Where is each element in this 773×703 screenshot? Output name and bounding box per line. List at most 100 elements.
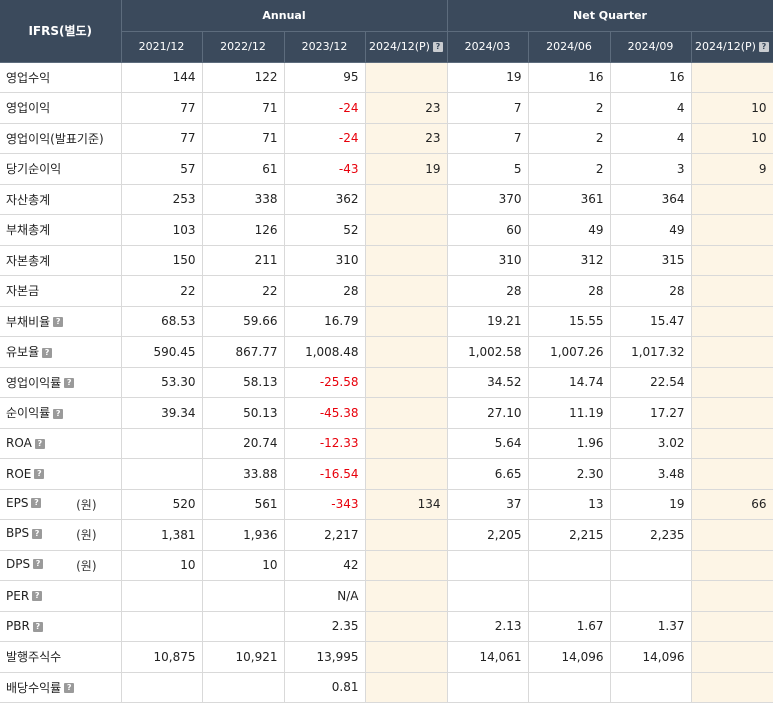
value-cell: -45.38 bbox=[284, 397, 366, 429]
value-cell: 0.81 bbox=[284, 672, 366, 703]
value-cell: 2,205 bbox=[447, 519, 529, 551]
table-row: 영업수익 144 122 95 19 16 16 bbox=[0, 62, 773, 93]
help-icon[interactable]: ? bbox=[32, 528, 43, 539]
row-label: 영업수익 bbox=[6, 70, 51, 85]
table-row: 영업이익(발표기준) 77 71 -24 23 7 2 4 10 bbox=[0, 123, 773, 154]
value-cell: -24 bbox=[284, 123, 366, 154]
value-cell bbox=[691, 306, 773, 337]
value-cell: 28 bbox=[284, 275, 366, 307]
corner-header: IFRS(별도) bbox=[0, 0, 122, 63]
table-row: ROA? 20.74 -12.33 5.64 1.96 3.02 bbox=[0, 428, 773, 459]
value-cell: 1.67 bbox=[528, 611, 611, 642]
column-header-label: 2024/06 bbox=[546, 40, 592, 53]
value-cell: N/A bbox=[284, 580, 366, 612]
value-cell bbox=[365, 428, 448, 459]
value-cell: 2.35 bbox=[284, 611, 366, 642]
help-icon[interactable]: ? bbox=[34, 469, 45, 480]
value-cell: 28 bbox=[447, 275, 529, 307]
row-label-cell: 부채비율? bbox=[0, 306, 122, 337]
value-cell bbox=[691, 519, 773, 551]
value-cell: 14,096 bbox=[610, 641, 692, 673]
help-icon[interactable]: ? bbox=[42, 347, 53, 358]
value-cell: 370 bbox=[447, 184, 529, 215]
table-row: 부채총계 103 126 52 60 49 49 bbox=[0, 214, 773, 246]
value-cell bbox=[691, 397, 773, 429]
value-cell: 66 bbox=[691, 489, 773, 520]
row-label: ROA bbox=[6, 436, 32, 451]
value-cell: -25.58 bbox=[284, 367, 366, 398]
table-row: 자산총계 253 338 362 370 361 364 bbox=[0, 184, 773, 215]
row-label-cell: 자본금 bbox=[0, 275, 122, 307]
value-cell: 4 bbox=[610, 123, 692, 154]
value-cell: 52 bbox=[284, 214, 366, 246]
help-icon[interactable]: ? bbox=[53, 408, 64, 419]
help-icon[interactable]: ? bbox=[758, 42, 769, 52]
financial-summary-table: IFRS(별도) Annual Net Quarter 2021/12 2022/… bbox=[0, 0, 773, 703]
row-label-cell: 발행주식수 bbox=[0, 641, 122, 673]
value-cell: 122 bbox=[202, 62, 285, 93]
row-label: PBR bbox=[6, 619, 30, 634]
value-cell: 144 bbox=[121, 62, 203, 93]
row-unit: (원) bbox=[76, 497, 97, 512]
value-cell: 71 bbox=[202, 92, 285, 124]
table-row: 발행주식수 10,875 10,921 13,995 14,061 14,096 14,09… bbox=[0, 641, 773, 673]
help-icon[interactable]: ? bbox=[34, 438, 45, 449]
row-label-cell: 영업이익(발표기준) bbox=[0, 123, 122, 154]
help-icon[interactable]: ? bbox=[64, 378, 75, 389]
value-cell: -343 bbox=[284, 489, 366, 520]
value-cell: 68.53 bbox=[121, 306, 203, 337]
help-icon[interactable]: ? bbox=[32, 591, 43, 602]
row-label: DPS bbox=[6, 556, 31, 571]
value-cell: 867.77 bbox=[202, 336, 285, 368]
value-cell bbox=[365, 580, 448, 612]
value-cell: 2,215 bbox=[528, 519, 611, 551]
value-cell bbox=[365, 306, 448, 337]
value-cell bbox=[528, 550, 611, 581]
value-cell bbox=[610, 672, 692, 703]
value-cell: 5 bbox=[447, 153, 529, 185]
value-cell bbox=[447, 580, 529, 612]
table-row: 자본금 22 22 28 28 28 28 bbox=[0, 275, 773, 307]
value-cell: 28 bbox=[528, 275, 611, 307]
value-cell: 1,381 bbox=[121, 519, 203, 551]
value-cell: 1,017.32 bbox=[610, 336, 692, 368]
value-cell: 39.34 bbox=[121, 397, 203, 429]
value-cell bbox=[121, 428, 203, 459]
row-label: 자본총계 bbox=[6, 253, 51, 268]
value-cell: 49 bbox=[610, 214, 692, 246]
value-cell: 33.88 bbox=[202, 458, 285, 490]
value-cell: 4 bbox=[610, 92, 692, 124]
value-cell bbox=[365, 672, 448, 703]
row-label: 발행주식수 bbox=[6, 650, 62, 665]
value-cell: 42 bbox=[284, 550, 366, 581]
value-cell bbox=[365, 275, 448, 307]
value-cell: 14,061 bbox=[447, 641, 529, 673]
column-header-4: 2024/03 bbox=[447, 31, 529, 63]
value-cell: 20.74 bbox=[202, 428, 285, 459]
help-icon[interactable]: ? bbox=[31, 498, 42, 509]
value-cell: 7 bbox=[447, 123, 529, 154]
help-icon[interactable]: ? bbox=[64, 683, 75, 694]
value-cell: 27.10 bbox=[447, 397, 529, 429]
value-cell bbox=[691, 611, 773, 642]
row-label: 자산총계 bbox=[6, 192, 51, 207]
help-icon[interactable]: ? bbox=[432, 42, 443, 52]
row-label: 영업이익(발표기준) bbox=[6, 131, 104, 146]
row-label: 순이익률 bbox=[6, 406, 51, 421]
value-cell: 77 bbox=[121, 92, 203, 124]
value-cell bbox=[121, 458, 203, 490]
table-row: DPS? (원) 10 10 42 bbox=[0, 550, 773, 581]
value-cell: 13,995 bbox=[284, 641, 366, 673]
value-cell: 19 bbox=[610, 489, 692, 520]
row-label-cell: 자본총계 bbox=[0, 245, 122, 276]
value-cell: 17.27 bbox=[610, 397, 692, 429]
value-cell bbox=[691, 214, 773, 246]
table-row: 배당수익률? 0.81 bbox=[0, 672, 773, 703]
quarter-group-header: Net Quarter bbox=[447, 0, 773, 32]
row-label: 유보율 bbox=[6, 345, 40, 360]
value-cell bbox=[202, 672, 285, 703]
help-icon[interactable]: ? bbox=[33, 559, 44, 570]
value-cell bbox=[691, 62, 773, 93]
help-icon[interactable]: ? bbox=[53, 317, 64, 328]
help-icon[interactable]: ? bbox=[32, 621, 43, 632]
